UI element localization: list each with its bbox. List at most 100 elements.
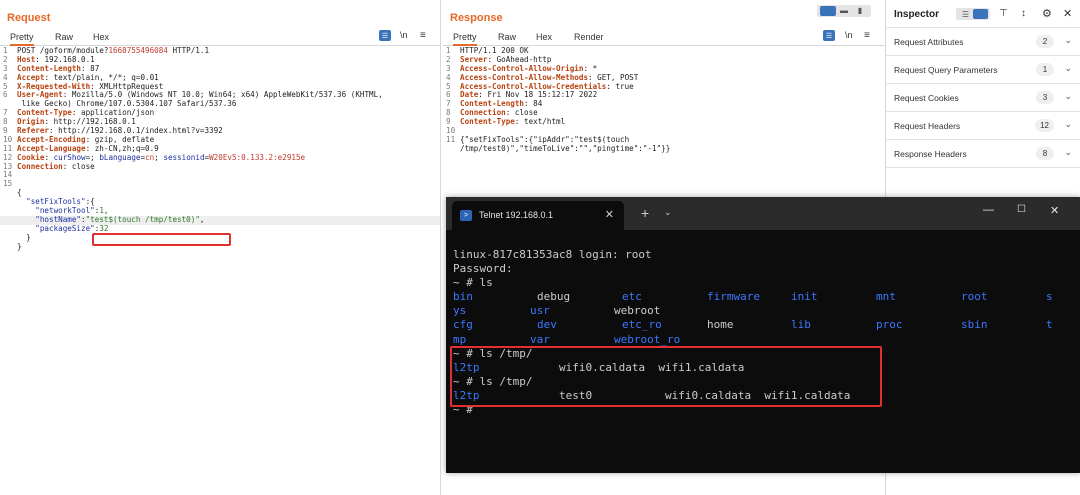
terminal-tab[interactable]: > Telnet 192.168.0.1 ✕ xyxy=(452,201,624,230)
pane-divider[interactable] xyxy=(440,0,441,495)
inspector-title: Inspector xyxy=(894,9,940,20)
inspector-row[interactable]: Response Headers 8 ⌄ xyxy=(886,140,1080,168)
code-token: : application/json xyxy=(71,108,155,118)
terminal-text: debug xyxy=(537,290,571,304)
code-token: : true xyxy=(606,81,634,91)
code-token: : gzip, deflate xyxy=(85,134,155,144)
code-token: Access-Control-Allow-Methods xyxy=(460,72,589,82)
inspector-panel-icon[interactable] xyxy=(973,9,988,19)
code-token: : XMLHttpRequest xyxy=(90,81,164,91)
code-token: : text/plain, */*; q=0.01 xyxy=(44,72,159,82)
code-token: 32 xyxy=(99,223,109,233)
align-top-icon[interactable]: ⊤ xyxy=(999,8,1008,19)
code-token: {"setFixTools":{"ipAddr":"test$(touch xyxy=(460,134,630,144)
tab-close-icon[interactable]: ✕ xyxy=(605,208,614,221)
terminal-text: ys xyxy=(453,304,467,318)
layout-split-icon[interactable] xyxy=(820,6,836,16)
terminal-text: var xyxy=(530,332,550,346)
code-token: /tmp/test0)","timeToLive":"","pingtime":… xyxy=(460,143,671,153)
terminal-text: usr xyxy=(530,304,550,318)
code-token: X-Requested-With xyxy=(17,81,91,91)
request-tab-raw[interactable]: Raw xyxy=(55,32,73,42)
chevron-down-icon[interactable]: ⌄ xyxy=(1064,35,1072,46)
terminal-line: ys usr webroot xyxy=(453,304,1080,318)
close-icon[interactable]: ✕ xyxy=(1063,7,1072,20)
code-token: "networkTool" xyxy=(17,206,95,216)
window-close-icon[interactable]: ✕ xyxy=(1050,204,1059,217)
response-tab-render[interactable]: Render xyxy=(574,32,604,42)
code-token: : xyxy=(44,152,54,162)
terminal-tab-title: Telnet 192.168.0.1 xyxy=(479,210,554,220)
terminal-text: Password: xyxy=(453,262,513,276)
inspector-layout-toggle-icon[interactable]: ☰ xyxy=(956,8,990,20)
code-token: "setFixTools" xyxy=(17,197,86,207)
code-token: "packageSize" xyxy=(17,223,95,233)
chevron-down-icon[interactable]: ⌄ xyxy=(1064,63,1072,74)
terminal-text: s xyxy=(1046,290,1053,304)
format-list-icon[interactable]: ☰ xyxy=(379,30,391,41)
gear-icon[interactable]: ⚙ xyxy=(1042,7,1052,20)
chevron-down-icon[interactable]: ⌄ xyxy=(1064,147,1072,158)
terminal-line: Password: xyxy=(453,262,1080,276)
code-token: ; xyxy=(154,152,164,162)
code-token: Accept xyxy=(17,72,45,82)
inspector-row[interactable]: Request Cookies 3 ⌄ xyxy=(886,84,1080,112)
code-line: 9 Content-Type: text/html xyxy=(443,117,885,127)
response-editor[interactable]: 1 HTTP/1.1 200 OK 2 Server: GoAhead-http 3 Ac… xyxy=(443,46,885,154)
terminal-line: linux-817c81353ac8 login: root xyxy=(453,248,1080,262)
code-token: : close xyxy=(62,161,95,171)
newline-toggle-icon[interactable]: \n xyxy=(400,30,408,40)
maximize-icon[interactable]: ☐ xyxy=(1017,204,1026,215)
request-editor[interactable]: 1 POST /goform/module?1668755496084 HTTP/… xyxy=(0,46,440,251)
response-tab-raw[interactable]: Raw xyxy=(498,32,516,42)
count-badge: 1 xyxy=(1036,63,1054,76)
menu-icon[interactable]: ≡ xyxy=(420,30,426,41)
layout-vertical-icon[interactable]: ▮ xyxy=(852,6,868,16)
request-tab-hex[interactable]: Hex xyxy=(93,32,109,42)
inspector-row[interactable]: Request Query Parameters 1 ⌄ xyxy=(886,56,1080,84)
new-tab-icon[interactable]: + xyxy=(641,205,649,221)
terminal-text: webroot_ro xyxy=(614,332,681,346)
code-token: cn xyxy=(145,152,155,162)
code-token: Connection xyxy=(17,161,63,171)
inspector-list-icon[interactable]: ☰ xyxy=(958,10,973,19)
code-token: , xyxy=(199,214,205,224)
newline-toggle-icon[interactable]: \n xyxy=(845,30,853,40)
chevron-down-icon[interactable]: ⌄ xyxy=(664,207,672,218)
align-center-icon[interactable]: ↕ xyxy=(1021,8,1026,19)
terminal-titlebar[interactable]: > Telnet 192.168.0.1 ✕ + ⌄ — ☐ ✕ xyxy=(446,197,1080,230)
code-token: : 84 xyxy=(524,99,543,109)
code-token: 1668755496084 xyxy=(108,46,168,55)
terminal-text: root xyxy=(961,290,988,304)
terminal-window[interactable]: > Telnet 192.168.0.1 ✕ + ⌄ — ☐ ✕ linux-8… xyxy=(446,197,1080,473)
layout-horizontal-icon[interactable]: ▬ xyxy=(836,6,852,16)
terminal-text: home xyxy=(707,318,734,332)
chevron-down-icon[interactable]: ⌄ xyxy=(1064,119,1072,130)
code-token: Content-Length xyxy=(17,63,82,73)
terminal-line: cfg dev etc_ro home lib proc sbin t xyxy=(453,318,1080,332)
request-title: Request xyxy=(7,12,51,24)
line-number: 6 xyxy=(3,90,8,100)
inspector-row[interactable]: Request Attributes 2 ⌄ xyxy=(886,28,1080,56)
code-token: Content-Length xyxy=(460,99,525,109)
response-tab-hex[interactable]: Hex xyxy=(536,32,552,42)
chevron-down-icon[interactable]: ⌄ xyxy=(1064,91,1072,102)
code-token: : http://192.168.0.1/index.html?v=3392 xyxy=(49,126,223,136)
code-token: User-Agent xyxy=(17,90,63,100)
terminal-text: bin xyxy=(453,290,473,304)
minimize-icon[interactable]: — xyxy=(983,204,994,216)
inspector-row-label: Request Cookies xyxy=(894,93,959,103)
response-tab-pretty[interactable]: Pretty xyxy=(453,32,477,46)
request-tab-pretty[interactable]: Pretty xyxy=(10,32,34,46)
terminal-text: etc xyxy=(622,290,642,304)
format-list-icon[interactable]: ☰ xyxy=(823,30,835,41)
terminal-line: bin debug etc firmware init mnt root s xyxy=(453,290,1080,304)
inspector-row[interactable]: Request Headers 12 ⌄ xyxy=(886,112,1080,140)
line-number: 11 xyxy=(446,134,456,144)
code-token: "hostName" xyxy=(17,214,82,224)
code-token: Host xyxy=(17,54,36,64)
layout-toggle-icon[interactable]: ▬ ▮ xyxy=(817,5,871,17)
terminal-text: t xyxy=(1046,318,1053,332)
menu-icon[interactable]: ≡ xyxy=(864,30,870,41)
terminal-text: init xyxy=(791,290,818,304)
